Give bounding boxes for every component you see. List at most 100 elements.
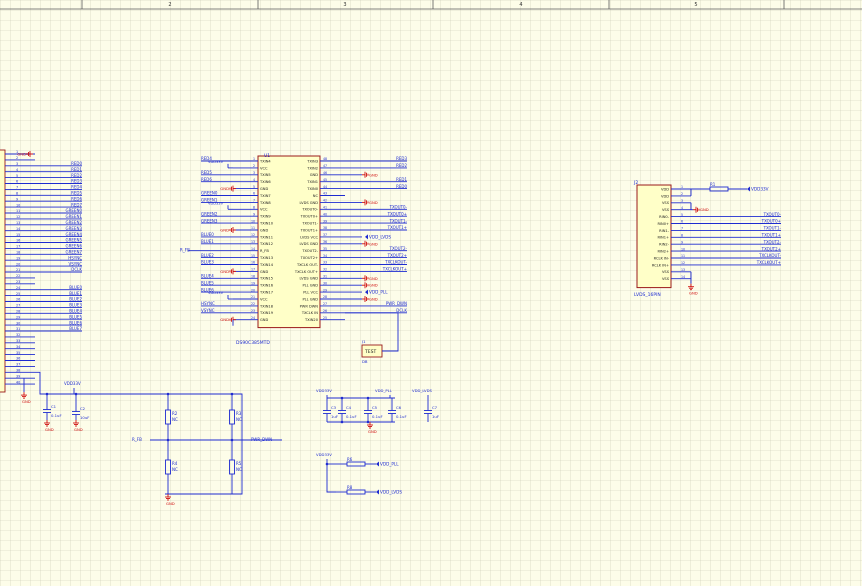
ground-label: GND [220, 317, 229, 322]
u1-pin-name: TXIN1 [306, 180, 318, 184]
u1-pin-number: 22 [251, 302, 255, 306]
net-label: GREEN3 [66, 226, 83, 231]
capacitor-designator: C3 [331, 405, 337, 410]
u1-pin-number: 1 [253, 157, 255, 161]
ground-label: GND [220, 186, 229, 191]
ground-label: GND [689, 291, 698, 296]
u1-pin-name: TXOUT0+ [300, 215, 318, 219]
u1-pin-name: TXCLK OUT- [296, 263, 319, 267]
net-label: TXOUT1- [389, 218, 408, 223]
u1-pin-number: 45 [323, 178, 327, 182]
u1-pin-name: TXIN12 [259, 242, 273, 246]
zone-number: 2 [168, 2, 171, 8]
port-label: VDD_LVDS [380, 490, 402, 495]
u1-pin-number: 31 [323, 275, 327, 279]
u1-pin-name: PLL GND [302, 284, 318, 288]
u1-pin-number: 34 [323, 254, 327, 258]
u1-pin-number: 46 [323, 171, 327, 175]
capacitor-value: 0.1uF [396, 414, 407, 419]
u1-pin-number: 48 [323, 157, 327, 161]
u1-pin-name: TXIN5 [259, 173, 271, 177]
net-label: BLUE5 [201, 280, 214, 285]
ground-label: GND [369, 297, 378, 302]
ground-label: GND [368, 429, 377, 434]
u1-pin-number: 25 [323, 316, 327, 320]
resistor-value: NC [172, 417, 178, 422]
pin-number: 35 [16, 351, 20, 355]
u1-pin-name: GND [260, 270, 268, 274]
j2-pin-name: RIN0- [659, 215, 670, 219]
ground-label: GND [220, 269, 229, 274]
net-label: TXCLKOUT+ [756, 260, 781, 265]
capacitor-designator: C5 [372, 405, 378, 410]
net-label: RED7 [71, 202, 82, 207]
net-label: GREEN2 [66, 220, 83, 225]
resistor-value: NC [172, 467, 178, 472]
pin-number: 38 [16, 369, 20, 373]
u1-pin-name: TXOUT0- [301, 208, 318, 212]
pin-number: 25 [16, 292, 20, 296]
net-label: BLUE5 [69, 314, 82, 319]
j2-pin-number: 5 [681, 213, 683, 217]
u1-pin-name: GND [260, 318, 268, 322]
net-label: BLUE1 [201, 239, 214, 244]
net-label: TXOUT0- [389, 205, 408, 210]
j2-part-number: LVDS_16PIN [634, 292, 661, 298]
net-label: GREEN2 [201, 211, 218, 216]
net-label: PWR_DWN [251, 437, 272, 442]
u1-pin-number: 27 [323, 302, 327, 306]
net-label: PWR_DWN [386, 301, 407, 306]
resistor-designator: R6 [347, 457, 353, 462]
net-label: VDD33V [208, 160, 224, 164]
u1-pin-number: 32 [323, 268, 327, 272]
pin-number: 17 [16, 245, 20, 249]
net-label: GREEN0 [201, 191, 218, 196]
net-label: VDD33V [208, 291, 224, 295]
j2-pin-name: VSS [662, 270, 670, 274]
net-label: VSYNC [68, 261, 82, 266]
u1-pin-number: 38 [323, 226, 327, 230]
u1-pin-name: TXOUT1- [301, 222, 318, 226]
pin-number: 22 [16, 274, 20, 278]
ground-label: GND [220, 228, 229, 233]
net-label: TXOUT0+ [387, 211, 407, 216]
net-label: RED2 [396, 163, 407, 168]
pin-number: 13 [16, 221, 20, 225]
net-label: RED6 [71, 196, 82, 201]
pin-number: 30 [16, 321, 20, 325]
u1-pin-name: LVDS VCC [300, 235, 318, 239]
ground-label: GND [700, 207, 709, 212]
port-label: VDD33V [751, 187, 769, 192]
net-label: GREEN3 [201, 218, 218, 223]
ground-label: GND [74, 427, 83, 432]
junction-dot [340, 396, 344, 400]
j2-pin-number: 9 [681, 240, 683, 244]
pin-number: 23 [16, 280, 20, 284]
u1-pin-number: 4 [253, 178, 255, 182]
u1-pin-name: TXIN14 [259, 263, 274, 267]
junction-dot [45, 392, 49, 396]
pin-number: 18 [16, 251, 20, 255]
pin-number: 19 [16, 256, 20, 260]
port-label: VDD_PLL [380, 462, 399, 467]
pin-number: 8 [16, 192, 18, 196]
j2-pin-name: VDD [661, 194, 669, 198]
port-label: VDD_LVDS [369, 234, 391, 239]
u1-pin-number: 28 [323, 295, 327, 299]
net-label: TXOUT0- [763, 212, 782, 217]
vdd-label: VDD33V [316, 452, 332, 457]
net-label: BLUE0 [69, 285, 82, 290]
u1-pin-name: TXIN11 [259, 235, 273, 239]
u1-pin-name: TXIN2 [306, 166, 318, 170]
net-label: BLUE0 [201, 232, 214, 237]
u1-pin-number: 11 [251, 226, 255, 230]
ground-label: GND [369, 276, 378, 281]
pin-number: 5 [16, 174, 18, 178]
capacitor-value: 0.1uF [372, 414, 383, 419]
u1-pin-number: 24 [251, 316, 255, 320]
u1-pin-name: TXIN10 [259, 222, 274, 226]
net-label: GREEN5 [66, 238, 83, 243]
u1-pin-number: 8 [253, 206, 255, 210]
u1-pin-name: TXIN17 [259, 291, 273, 295]
net-label: TXOUT2- [763, 239, 782, 244]
